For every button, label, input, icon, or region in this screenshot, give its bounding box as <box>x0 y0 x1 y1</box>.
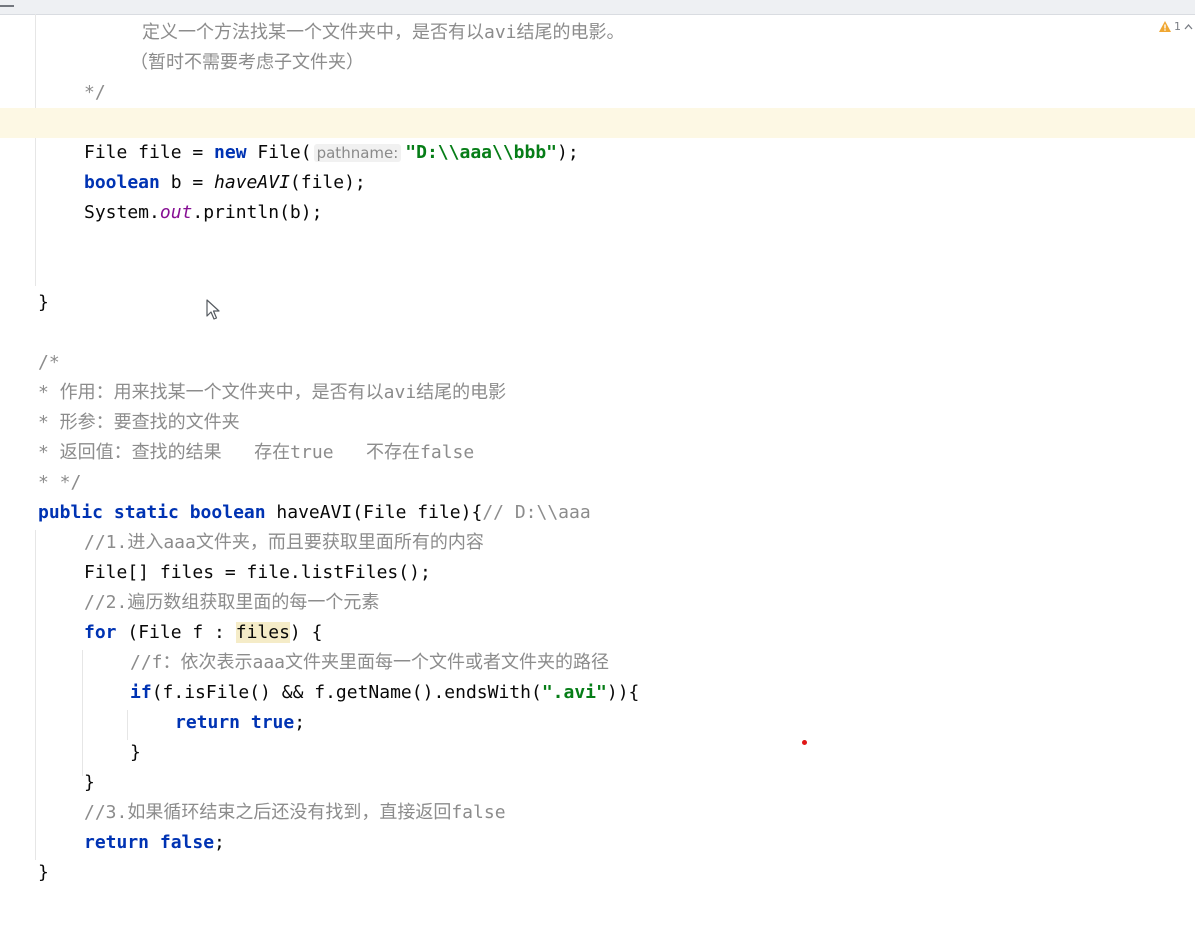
red-dot-marker <box>802 740 807 745</box>
code-line: * 返回值：查找的结果 存在true 不存在false <box>38 442 475 463</box>
usage-highlight[interactable]: files <box>235 622 290 643</box>
code-line: * 形参：要查找的文件夹 <box>38 412 240 433</box>
closing-brace: } <box>38 292 49 313</box>
parameter-hint: pathname: <box>313 144 402 162</box>
doc-comment: 定义一个方法找某一个文件夹中，是否有以avi结尾的电影。 <box>142 22 625 43</box>
code-line: //1.进入aaa文件夹，而且要获取里面所有的内容 <box>84 532 484 553</box>
code-line: if(f.isFile() && f.getName().endsWith(".… <box>130 682 640 703</box>
code-line: //f：依次表示aaa文件夹里面每一个文件或者文件夹的路径 <box>130 652 610 673</box>
code-line: File[] files = file.listFiles(); <box>84 562 431 583</box>
code-line: return true; <box>175 712 306 733</box>
doc-comment: （暂时不需要考虑子文件夹） <box>130 52 364 73</box>
code-line: } <box>38 862 49 883</box>
code-line: System.out.println(b); <box>84 202 323 223</box>
code-line: boolean b = haveAVI(file); <box>84 172 366 193</box>
code-line: * */ <box>38 472 82 493</box>
code-line: //3.如果循环结束之后还没有找到，直接返回false <box>84 802 506 823</box>
code-line: for (File f : files) { <box>84 622 323 643</box>
code-editor[interactable]: 定义一个方法找某一个文件夹中，是否有以avi结尾的电影。 （暂时不需要考虑子文件… <box>0 14 1195 936</box>
code-line: /* <box>38 352 60 373</box>
doc-comment-end: */ <box>84 82 106 103</box>
code-line: } <box>84 772 95 793</box>
code-line: * 作用：用来找某一个文件夹中，是否有以avi结尾的电影 <box>38 382 507 403</box>
method-signature: public static boolean haveAVI(File file)… <box>38 502 591 523</box>
code-line: } <box>0 288 1195 318</box>
code-line: File file = new File(pathname: "D:\\aaa\\… <box>84 142 579 163</box>
code-line: （暂时不需要考虑子文件夹） <box>0 48 1195 78</box>
code-line: return false; <box>84 832 225 853</box>
tab-edge-icon <box>0 5 14 7</box>
code-line: 定义一个方法找某一个文件夹中，是否有以avi结尾的电影。 <box>0 18 1195 48</box>
static-field[interactable]: out <box>160 202 193 223</box>
method-call[interactable]: haveAVI <box>214 172 290 193</box>
editor-top-bar <box>0 0 1195 15</box>
code-line: } <box>130 742 141 763</box>
current-line[interactable] <box>0 108 1195 138</box>
code-line: //2.遍历数组获取里面的每一个元素 <box>84 592 380 613</box>
code-line: */ <box>0 78 1195 108</box>
mouse-pointer-icon <box>206 299 220 320</box>
